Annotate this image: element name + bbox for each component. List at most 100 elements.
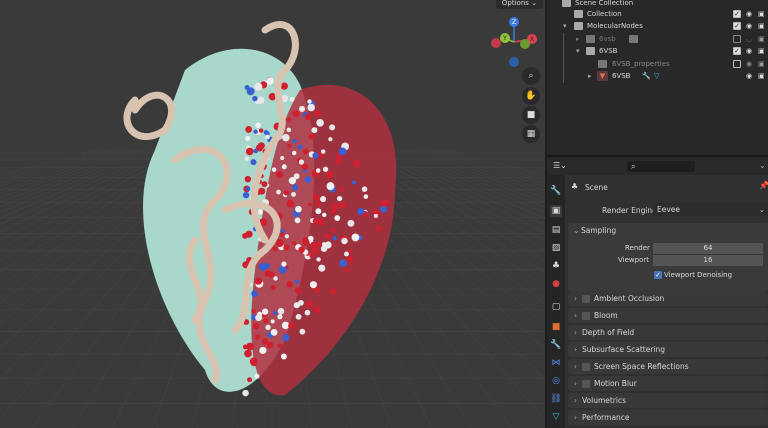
camera-icon[interactable]: ■ — [522, 106, 540, 124]
gizmo-y-label: Y — [502, 35, 507, 42]
expand-arrow-icon[interactable]: ▾ — [563, 20, 567, 32]
tab-output[interactable]: ▤ — [550, 224, 562, 236]
render-camera-icon[interactable]: ▣ — [758, 8, 765, 20]
zoom-icon[interactable]: ⌕ — [522, 67, 540, 85]
collection-icon — [598, 60, 607, 68]
viewport-samples-field[interactable]: 16 — [653, 255, 763, 266]
navigation-gizmo[interactable]: Z X Y — [488, 14, 540, 72]
gizmo-x-label: X — [530, 36, 534, 43]
outliner-6vsb-properties[interactable]: 6VSB_properties ◉ ▣ — [547, 58, 768, 70]
subpanel-subsurface-scattering[interactable]: › Subsurface Scattering — [568, 342, 768, 357]
properties-search-input[interactable]: ⌕ — [627, 161, 695, 172]
tab-render[interactable]: ▣ — [550, 205, 562, 217]
chevron-right-icon: › — [574, 328, 577, 337]
render-camera-icon[interactable]: ▣ — [758, 20, 765, 32]
tab-data[interactable]: ▽ — [550, 411, 562, 423]
chevron-down-icon[interactable]: ⌄ — [573, 226, 580, 235]
viewport-options-dropdown[interactable]: Options ⌄ — [495, 0, 543, 9]
render-samples-label: Render — [625, 244, 650, 252]
eye-icon[interactable]: ◉ — [746, 58, 752, 70]
render-engine-value: Eevee — [657, 205, 681, 214]
outliner-collection[interactable]: Collection ✓ ◉ ▣ — [547, 8, 768, 20]
enable-checkbox[interactable] — [582, 312, 590, 320]
expand-arrow-icon[interactable]: ▸ — [576, 33, 580, 45]
render-camera-icon[interactable]: ▣ — [758, 45, 765, 57]
subpanel-label: Bloom — [594, 311, 618, 320]
subpanel-bloom[interactable]: › Bloom — [568, 308, 768, 323]
tab-object[interactable]: ■ — [550, 321, 562, 333]
tab-particles[interactable]: ⋈ — [550, 357, 562, 369]
properties-editor[interactable]: ☰⌄ ⌕ ⌄ 🔧 ▣ ▤ ▨ ♣ ● ▢ ■ 🔧 ⋈ ◎ ⛓ ▽ ♣ Scene… — [547, 157, 768, 428]
subpanel-label: Volumetrics — [582, 396, 627, 405]
properties-tabs: 🔧 ▣ ▤ ▨ ♣ ● ▢ ■ 🔧 ⋈ ◎ ⛓ ▽ — [547, 175, 565, 428]
subpanel-label: Ambient Occlusion — [594, 294, 665, 303]
outliner-6vsb-object[interactable]: ▸ ▼ 6VSB 🔧 ▽ ◉ ▣ — [547, 70, 768, 82]
tab-world[interactable]: ● — [550, 278, 562, 290]
eye-icon[interactable]: ◉ — [746, 70, 752, 82]
outliner-6vsb[interactable]: ▾ 6VSB ✓ ◉ ▣ — [547, 45, 768, 57]
exclude-checkbox[interactable]: ✓ — [733, 47, 741, 55]
outliner-molecularnodes[interactable]: ▾ MolecularNodes ✓ ◉ ▣ — [547, 20, 768, 32]
options-dropdown[interactable]: ⌄ — [759, 161, 766, 170]
tab-view-layer[interactable]: ▨ — [550, 242, 562, 254]
row-label: 6VSB_properties — [612, 60, 670, 68]
expand-arrow-icon[interactable]: ▸ — [588, 70, 592, 82]
context-label: Scene — [585, 183, 608, 192]
gizmo-z-label: Z — [512, 19, 516, 26]
enable-checkbox[interactable] — [582, 363, 590, 371]
subpanel-label: Screen Space Reflections — [594, 362, 689, 371]
render-camera-icon[interactable]: ▣ — [758, 33, 765, 45]
chevron-right-icon: › — [574, 294, 577, 303]
tab-physics[interactable]: ◎ — [550, 375, 562, 387]
tab-constraints[interactable]: ⛓ — [550, 393, 562, 405]
chevron-right-icon: › — [574, 379, 577, 388]
row-label: 6VSB — [599, 47, 618, 55]
collection-icon — [574, 22, 583, 30]
outliner-6vsb-lower[interactable]: ▸ 6vsb ◡ ▣ — [547, 33, 768, 45]
render-engine-select[interactable]: Eevee ⌄ — [653, 203, 768, 216]
viewport-denoising-label: Viewport Denoising — [664, 271, 733, 279]
tree-line — [563, 33, 564, 83]
sampling-title[interactable]: Sampling — [581, 226, 616, 235]
mesh-data-icon[interactable]: ▽ — [654, 70, 659, 82]
exclude-checkbox[interactable] — [733, 35, 741, 43]
collection-icon — [586, 47, 595, 55]
enable-checkbox[interactable] — [582, 380, 590, 388]
exclude-checkbox[interactable]: ✓ — [733, 22, 741, 30]
tab-collection[interactable]: ▢ — [550, 301, 562, 313]
subpanel-motion-blur[interactable]: › Motion Blur — [568, 376, 768, 391]
tab-tool[interactable]: 🔧 — [550, 185, 562, 197]
chevron-right-icon: › — [574, 362, 577, 371]
properties-header: ☰⌄ ⌕ ⌄ — [547, 157, 768, 175]
subpanel-screen-space-reflections[interactable]: › Screen Space Reflections — [568, 359, 768, 374]
render-samples-field[interactable]: 64 — [653, 243, 763, 254]
scene-icon: ♣ — [571, 182, 579, 191]
expand-arrow-icon[interactable]: ▾ — [576, 45, 580, 57]
outliner[interactable]: Scene Collection Collection ✓ ◉ ▣ ▾ Molecula… — [547, 0, 768, 155]
render-camera-icon[interactable]: ▣ — [758, 58, 765, 70]
viewport-denoising-checkbox[interactable]: ✓ — [654, 271, 662, 279]
ortho-grid-icon[interactable]: ▦ — [522, 125, 540, 143]
collection-icon — [574, 10, 583, 18]
tab-scene[interactable]: ♣ — [550, 260, 562, 272]
eye-closed-icon[interactable]: ◡ — [746, 33, 752, 45]
subpanel-ambient-occlusion[interactable]: › Ambient Occlusion — [568, 291, 768, 306]
eye-icon[interactable]: ◉ — [746, 20, 752, 32]
exclude-checkbox[interactable] — [733, 60, 741, 68]
editor-type-dropdown[interactable]: ☰⌄ — [553, 161, 567, 170]
row-label: MolecularNodes — [587, 22, 643, 30]
render-engine-label: Render Engine — [602, 206, 657, 215]
subpanel-performance[interactable]: › Performance — [568, 410, 768, 425]
render-camera-icon[interactable]: ▣ — [758, 70, 765, 82]
tab-modifiers[interactable]: 🔧 — [550, 339, 562, 351]
pan-hand-icon[interactable]: ✋ — [522, 87, 540, 105]
enable-checkbox[interactable] — [582, 295, 590, 303]
eye-icon[interactable]: ◉ — [746, 45, 752, 57]
subpanel-volumetrics[interactable]: › Volumetrics — [568, 393, 768, 408]
exclude-checkbox[interactable]: ✓ — [733, 10, 741, 18]
modifier-wrench-icon[interactable]: 🔧 — [642, 70, 651, 82]
eye-icon[interactable]: ◉ — [746, 8, 752, 20]
pin-icon[interactable]: 📌 — [759, 181, 768, 190]
subpanel-depth-of-field[interactable]: › Depth of Field — [568, 325, 768, 340]
3d-viewport[interactable]: Options ⌄ Z X Y ⌕ ✋ ■ ▦ — [0, 0, 545, 428]
